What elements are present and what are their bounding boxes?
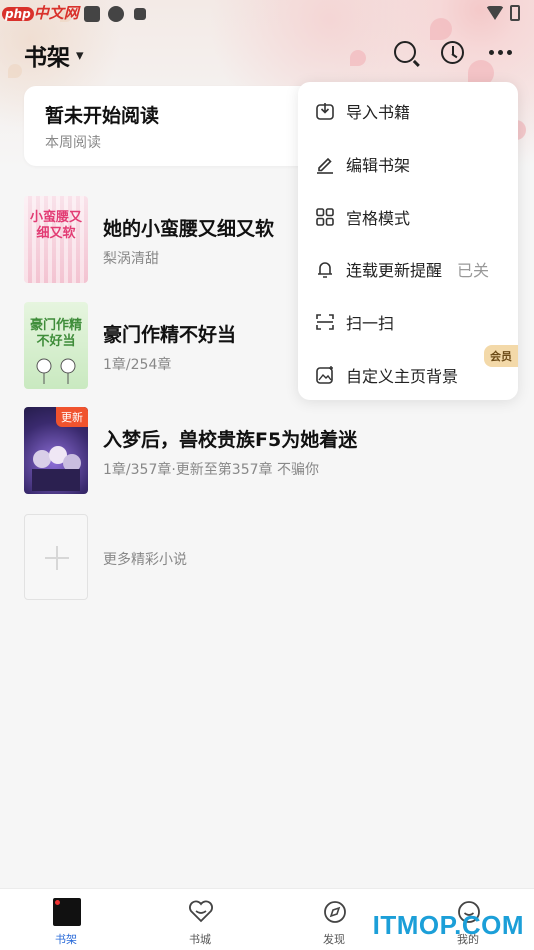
add-book-button[interactable] <box>24 514 88 600</box>
scan-icon <box>316 314 334 330</box>
history-icon <box>440 40 464 64</box>
menu-item-import[interactable]: 导入书籍 <box>298 85 518 137</box>
image-icon <box>316 366 333 384</box>
reminder-status: 已关 <box>457 261 490 280</box>
menu-item-update-reminder[interactable]: 连载更新提醒 已关 <box>298 243 518 295</box>
import-icon <box>316 103 334 120</box>
compass-icon <box>324 901 346 923</box>
site-logo: php 中文网 <box>2 2 79 23</box>
book-progress: 1章/357章·更新至第357章 不骗你 <box>103 462 319 478</box>
tab-bookshelf[interactable]: 书架 <box>26 889 106 950</box>
page-title: 书架 <box>24 45 70 71</box>
wifi-icon <box>486 6 504 20</box>
book-cover: 更新 <box>24 407 88 494</box>
book-progress: 1章/254章 <box>103 357 172 373</box>
more-icon <box>488 49 512 55</box>
grid-icon <box>316 208 334 226</box>
battery-icon <box>510 5 520 21</box>
app-icon <box>134 8 146 20</box>
shelf-switcher[interactable]: 书架 ▾ <box>24 38 84 72</box>
more-novels-link[interactable]: 更多精彩小说 <box>103 549 187 569</box>
book-title: 入梦后，兽校贵族F5为她着迷 <box>103 429 358 451</box>
history-button[interactable] <box>436 36 468 68</box>
update-badge: 更新 <box>56 407 88 427</box>
menu-item-edit-shelf[interactable]: 编辑书架 <box>298 138 518 190</box>
tab-bookstore[interactable]: 书城 <box>160 889 240 950</box>
more-button[interactable] <box>484 36 516 68</box>
status-bar: php 中文网 <box>0 0 534 28</box>
reading-status: 暂未开始阅读 <box>45 105 160 127</box>
book-title: 她的小蛮腰又细又软 <box>103 218 275 240</box>
chevron-down-icon: ▾ <box>76 46 84 64</box>
app-icon <box>108 6 124 22</box>
vip-badge: 会员 <box>484 345 518 367</box>
edit-icon <box>317 157 333 174</box>
search-button[interactable] <box>389 36 421 68</box>
store-icon <box>189 900 213 923</box>
reading-period: 本周阅读 <box>45 135 101 151</box>
watermark: ITMOP.COM <box>372 910 524 940</box>
book-cover: 豪门作精不好当 <box>24 302 88 389</box>
book-title: 豪门作精不好当 <box>103 324 237 346</box>
book-item[interactable]: 更新 入梦后，兽校贵族F5为她着迷 1章/357章·更新至第357章 不骗你 <box>24 407 510 495</box>
app-icon <box>84 6 100 22</box>
bookshelf-icon <box>53 898 81 926</box>
menu-item-scan[interactable]: 扫一扫 <box>298 296 518 348</box>
cover-illustration <box>36 358 76 384</box>
top-bar: 书架 ▾ <box>0 30 534 74</box>
book-cover: 小蛮腰又细又软 <box>24 196 88 283</box>
bell-icon <box>318 262 332 278</box>
book-author: 梨涡清甜 <box>103 251 159 267</box>
tab-discover[interactable]: 发现 <box>294 889 374 950</box>
more-menu: 导入书籍 编辑书架 宫格模式 连载更新提醒 已关 扫一扫 自定义主页背景 会员 <box>298 82 518 400</box>
search-icon <box>394 41 416 63</box>
menu-item-grid-mode[interactable]: 宫格模式 <box>298 191 518 243</box>
